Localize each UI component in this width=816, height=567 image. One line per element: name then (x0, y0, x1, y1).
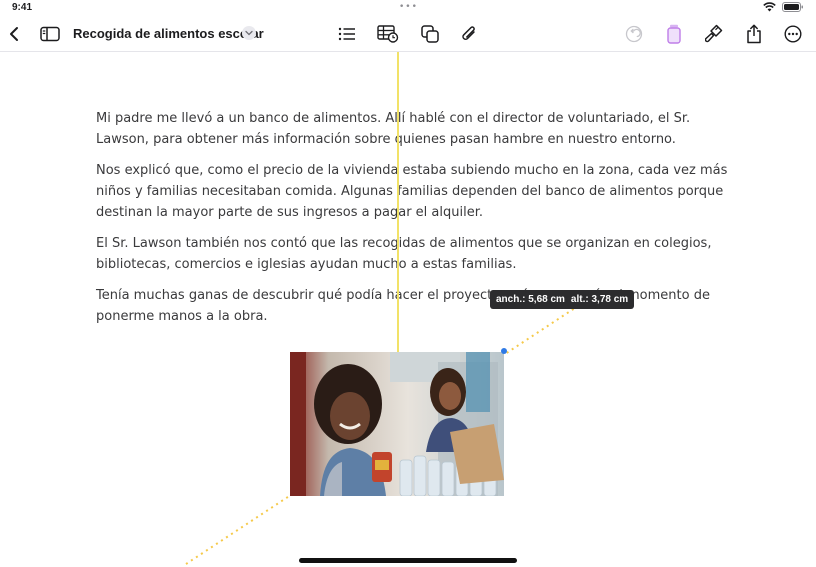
size-badge-height: alt.: 3,78 cm (570, 294, 629, 305)
size-badge: anch.: 5,68 cm alt.: 3,78 cm (490, 290, 635, 309)
photo-volunteers-illustration (290, 352, 504, 496)
resize-handle[interactable] (501, 348, 507, 354)
photo-volunteers-image[interactable] (290, 352, 504, 496)
home-indicator[interactable] (299, 558, 517, 563)
size-badge-width: anch.: 5,68 cm (496, 294, 565, 305)
